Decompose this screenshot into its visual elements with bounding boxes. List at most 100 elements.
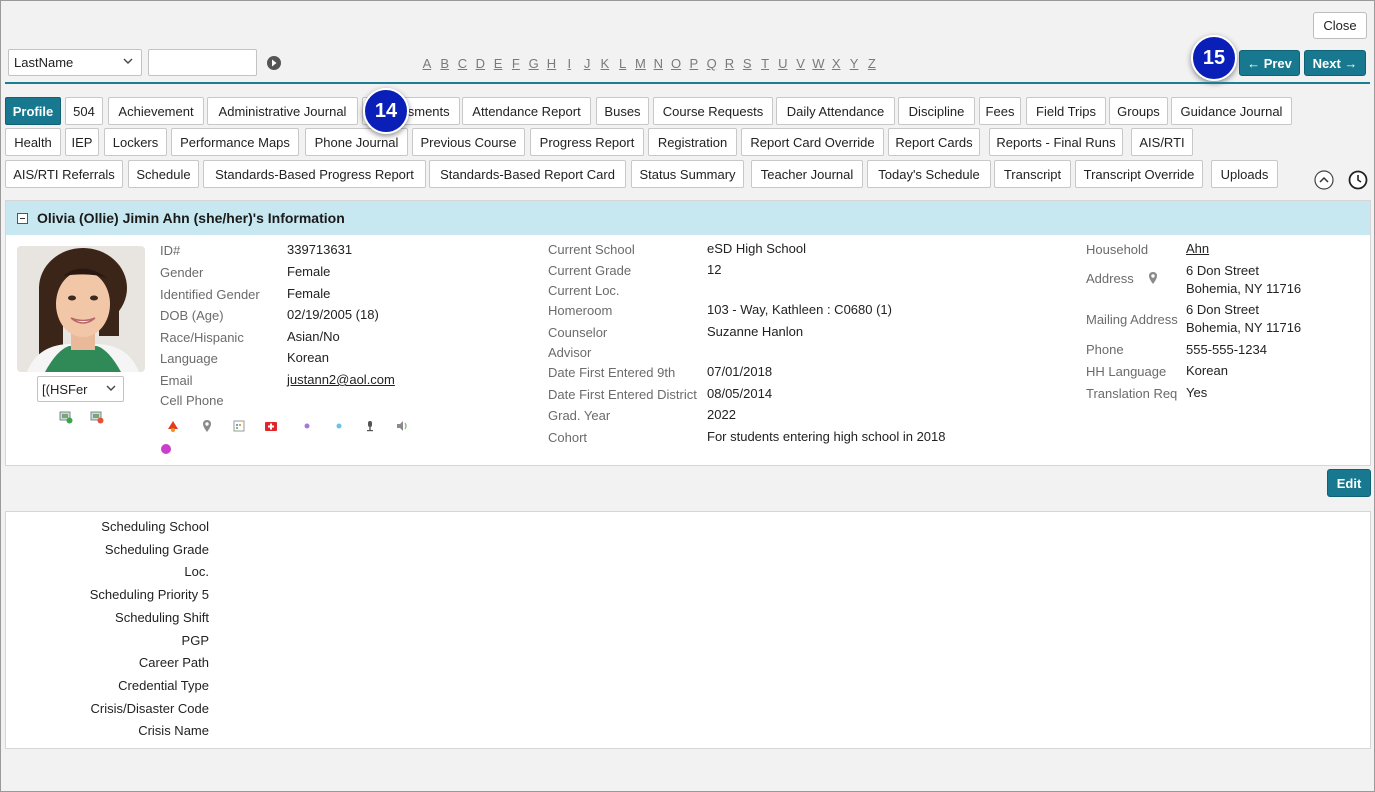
tab-field-trips[interactable]: Field Trips xyxy=(1026,97,1106,125)
alpha-letter-g[interactable]: G xyxy=(525,56,543,71)
close-button[interactable]: Close xyxy=(1313,12,1367,39)
alpha-letter-m[interactable]: M xyxy=(632,56,650,71)
alpha-letter-s[interactable]: S xyxy=(738,56,756,71)
tab-achievement[interactable]: Achievement xyxy=(108,97,204,125)
location-pin-icon[interactable] xyxy=(200,419,214,433)
tab-report-cards[interactable]: Report Cards xyxy=(888,128,980,156)
blue-dot-icon[interactable] xyxy=(332,419,346,433)
tab-today-s-schedule[interactable]: Today's Schedule xyxy=(867,160,991,188)
alpha-letter-l[interactable]: L xyxy=(614,56,632,71)
scheduling-panel: Scheduling School Scheduling Grade Loc. Sch… xyxy=(5,511,1371,749)
tab-standards-based-progress-report[interactable]: Standards-Based Progress Report xyxy=(203,160,426,188)
alpha-letter-r[interactable]: R xyxy=(721,56,739,71)
history-clock-icon[interactable] xyxy=(1348,170,1368,190)
prev-button[interactable]: ← Prev xyxy=(1239,50,1300,76)
alpha-letter-j[interactable]: J xyxy=(578,56,596,71)
tab-status-summary[interactable]: Status Summary xyxy=(631,160,744,188)
tab-teacher-journal[interactable]: Teacher Journal xyxy=(751,160,863,188)
field-label: ID# xyxy=(160,243,181,258)
chevron-down-icon xyxy=(106,385,116,391)
tab-standards-based-report-card[interactable]: Standards-Based Report Card xyxy=(429,160,626,188)
tab-previous-course[interactable]: Previous Course xyxy=(412,128,525,156)
photo-select-value: [(HSFer xyxy=(42,381,88,397)
speaker-icon[interactable] xyxy=(395,419,409,433)
tab-report-card-override[interactable]: Report Card Override xyxy=(741,128,884,156)
search-field-select[interactable]: LastName xyxy=(8,49,142,76)
tab-lockers[interactable]: Lockers xyxy=(104,128,167,156)
phone-value: 555-555-1234 xyxy=(1186,342,1267,357)
alpha-letter-z[interactable]: Z xyxy=(863,56,881,71)
field-label: Race/Hispanic xyxy=(160,330,244,345)
microphone-icon[interactable] xyxy=(363,419,377,433)
collapse-up-icon[interactable] xyxy=(1314,170,1334,190)
field-label: Language xyxy=(160,351,218,366)
purple-dot-icon[interactable] xyxy=(300,419,314,433)
tab-ais-rti-referrals[interactable]: AIS/RTI Referrals xyxy=(5,160,123,188)
alpha-letter-i[interactable]: I xyxy=(560,56,578,71)
photo-select[interactable]: [(HSFer xyxy=(37,376,124,402)
tab-registration[interactable]: Registration xyxy=(648,128,737,156)
household-link[interactable]: Ahn xyxy=(1186,241,1209,256)
tab-iep[interactable]: IEP xyxy=(65,128,99,156)
collapse-panel-icon[interactable] xyxy=(17,212,28,224)
tab-buses[interactable]: Buses xyxy=(596,97,649,125)
alpha-letter-f[interactable]: F xyxy=(507,56,525,71)
alpha-letter-h[interactable]: H xyxy=(543,56,561,71)
tab-reports-final-runs[interactable]: Reports - Final Runs xyxy=(989,128,1123,156)
alpha-letter-b[interactable]: B xyxy=(436,56,454,71)
tab-progress-report[interactable]: Progress Report xyxy=(530,128,644,156)
field-label: Date First Entered 9th xyxy=(548,365,676,380)
email-link[interactable]: justann2@aol.com xyxy=(287,372,395,387)
edit-button[interactable]: Edit xyxy=(1327,469,1371,497)
remove-photo-icon[interactable] xyxy=(90,410,104,424)
tab-discipline[interactable]: Discipline xyxy=(898,97,975,125)
alpha-letter-x[interactable]: X xyxy=(827,56,845,71)
search-input[interactable] xyxy=(148,49,257,76)
tab-transcript-override[interactable]: Transcript Override xyxy=(1075,160,1203,188)
field-value: 339713631 xyxy=(287,242,353,257)
tab-administrative-journal[interactable]: Administrative Journal xyxy=(207,97,358,125)
calendar-icon[interactable] xyxy=(232,419,246,433)
medical-kit-icon[interactable] xyxy=(264,419,278,433)
alpha-letter-p[interactable]: P xyxy=(685,56,703,71)
alpha-letter-q[interactable]: Q xyxy=(703,56,721,71)
tab-guidance-journal[interactable]: Guidance Journal xyxy=(1171,97,1292,125)
alpha-letter-v[interactable]: V xyxy=(792,56,810,71)
alpha-letter-d[interactable]: D xyxy=(471,56,489,71)
tab-ais-rti[interactable]: AIS/RTI xyxy=(1131,128,1193,156)
alpha-letter-n[interactable]: N xyxy=(649,56,667,71)
field-label: Homeroom xyxy=(548,303,613,318)
add-photo-icon[interactable] xyxy=(59,410,73,424)
tab-daily-attendance[interactable]: Daily Attendance xyxy=(776,97,895,125)
scheduling-field-label: Scheduling School xyxy=(101,519,209,534)
tab-attendance-report[interactable]: Attendance Report xyxy=(462,97,591,125)
alpha-letter-o[interactable]: O xyxy=(667,56,685,71)
next-button[interactable]: Next → xyxy=(1304,50,1366,76)
go-arrow-icon[interactable] xyxy=(266,55,282,71)
tab-health[interactable]: Health xyxy=(5,128,61,156)
tab-profile[interactable]: Profile xyxy=(5,97,61,125)
tab-schedule[interactable]: Schedule xyxy=(128,160,199,188)
magenta-dot-icon[interactable] xyxy=(159,442,173,456)
alpha-letter-t[interactable]: T xyxy=(756,56,774,71)
field-label: Date First Entered District xyxy=(548,387,697,402)
tab-uploads[interactable]: Uploads xyxy=(1211,160,1278,188)
alpha-letter-e[interactable]: E xyxy=(489,56,507,71)
alpha-letter-a[interactable]: A xyxy=(418,56,436,71)
alpha-letter-w[interactable]: W xyxy=(810,56,828,71)
alpha-letter-u[interactable]: U xyxy=(774,56,792,71)
tab-groups[interactable]: Groups xyxy=(1109,97,1168,125)
location-pin-icon[interactable] xyxy=(1146,271,1160,285)
tab-performance-maps[interactable]: Performance Maps xyxy=(171,128,299,156)
tab-transcript[interactable]: Transcript xyxy=(994,160,1071,188)
tab-504[interactable]: 504 xyxy=(65,97,103,125)
student-info-title: Olivia (Ollie) Jimin Ahn (she/her)'s Inf… xyxy=(37,210,345,226)
alpha-letter-y[interactable]: Y xyxy=(845,56,863,71)
field-label: Grad. Year xyxy=(548,408,611,423)
tab-course-requests[interactable]: Course Requests xyxy=(653,97,773,125)
scheduling-field-label: Loc. xyxy=(184,564,209,580)
alpha-letter-k[interactable]: K xyxy=(596,56,614,71)
alert-bell-icon[interactable] xyxy=(166,419,180,433)
tab-fees[interactable]: Fees xyxy=(979,97,1021,125)
alpha-letter-c[interactable]: C xyxy=(454,56,472,71)
